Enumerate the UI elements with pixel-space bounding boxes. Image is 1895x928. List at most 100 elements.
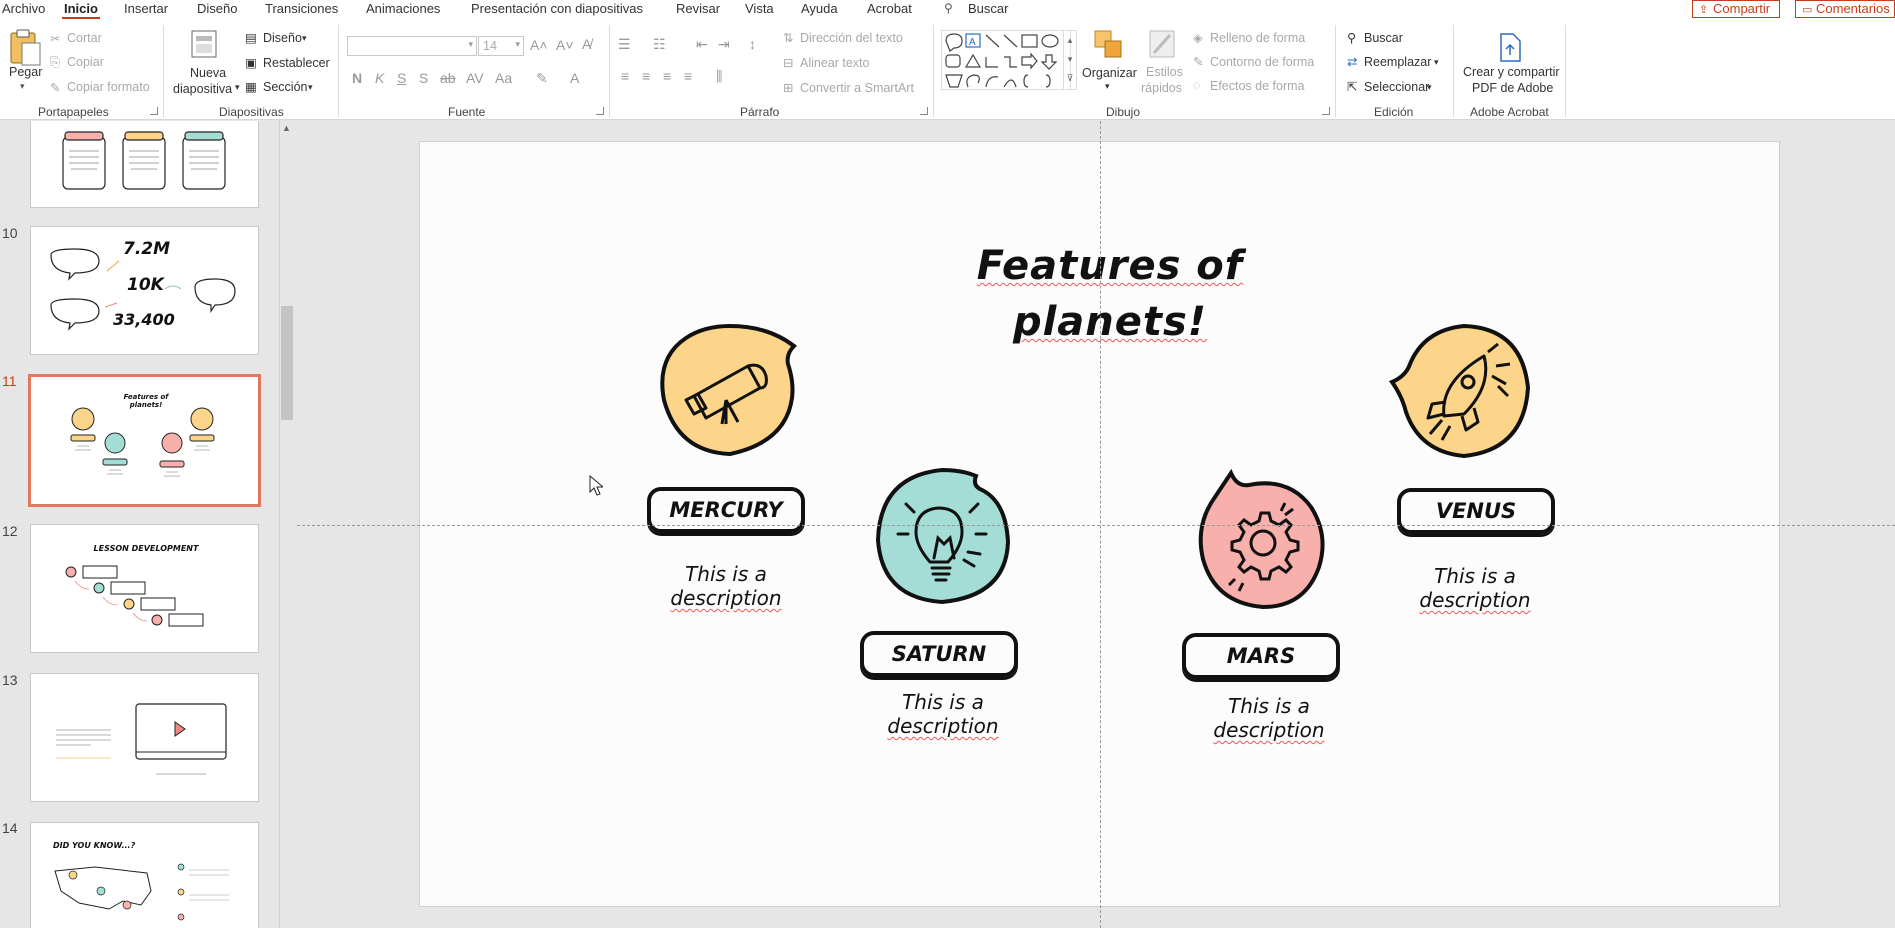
align-text-button[interactable]: Alinear texto xyxy=(800,56,869,70)
venus-label-box[interactable]: VENUS xyxy=(1397,488,1555,534)
tab-diseno[interactable]: Diseño xyxy=(197,1,237,16)
saturn-label-box[interactable]: SATURN xyxy=(860,631,1018,677)
saturn-lightbulb-icon[interactable] xyxy=(872,464,1014,610)
shape-outline-button[interactable]: Contorno de forma xyxy=(1210,55,1314,69)
bold-icon[interactable]: N xyxy=(352,70,362,86)
thumbnail-scroll-thumb[interactable] xyxy=(281,306,293,420)
shape-effects-button[interactable]: Efectos de forma xyxy=(1210,79,1305,93)
pdf-share-icon[interactable] xyxy=(1497,32,1523,64)
replace-dropdown-icon[interactable]: ▾ xyxy=(1434,57,1439,68)
tab-presentacion[interactable]: Presentación con diapositivas xyxy=(471,1,643,16)
create-pdf-label-1[interactable]: Crear y compartir xyxy=(1463,65,1560,79)
decrease-indent-icon[interactable]: ⇤ xyxy=(696,36,708,53)
arrange-button[interactable]: Organizar xyxy=(1082,66,1137,80)
share-button[interactable]: ⇪ Compartir xyxy=(1692,0,1780,18)
justify-icon[interactable]: ≡ xyxy=(684,68,692,84)
clear-format-icon[interactable]: A̸ xyxy=(582,36,591,52)
line-spacing-icon[interactable]: ↕ xyxy=(749,36,756,52)
cut-button[interactable]: Cortar xyxy=(67,31,102,45)
font-name-combo[interactable] xyxy=(347,36,477,56)
shapes-gallery[interactable]: A xyxy=(941,30,1071,90)
horizontal-guide[interactable] xyxy=(297,525,1895,526)
new-slide-label-1[interactable]: Nueva xyxy=(190,66,226,80)
search-icon[interactable]: ⚲ xyxy=(944,1,953,15)
tab-ayuda[interactable]: Ayuda xyxy=(801,1,838,16)
venus-rocket-icon[interactable] xyxy=(1388,320,1538,465)
shape-fill-button[interactable]: Relleno de forma xyxy=(1210,31,1305,45)
char-spacing-icon[interactable]: AV xyxy=(466,70,484,86)
bullets-icon[interactable]: ☰ xyxy=(618,36,631,53)
select-button[interactable]: Seleccionar xyxy=(1364,80,1429,94)
select-dropdown-icon[interactable]: ▾ xyxy=(1427,82,1432,93)
slide-thumbnail-13[interactable] xyxy=(30,673,259,802)
align-left-icon[interactable]: ≡ xyxy=(621,68,629,84)
slide-thumbnail-14[interactable]: Did you know...? xyxy=(30,822,259,928)
increase-indent-icon[interactable]: ⇥ xyxy=(718,36,730,53)
highlight-icon[interactable]: ✎ xyxy=(536,70,548,87)
slide-thumbnail-9[interactable] xyxy=(30,121,259,208)
mercury-label-box[interactable]: MERCURY xyxy=(647,487,805,533)
section-dropdown-icon[interactable]: ▾ xyxy=(308,82,313,93)
quick-styles-label-1[interactable]: Estilos xyxy=(1146,65,1183,79)
mercury-telescope-icon[interactable] xyxy=(656,320,808,465)
font-color-icon[interactable]: A xyxy=(570,70,579,86)
find-button[interactable]: Buscar xyxy=(1364,31,1403,45)
section-button[interactable]: Sección xyxy=(263,80,307,94)
underline-icon[interactable]: S xyxy=(397,70,406,86)
scroll-up-arrow-icon[interactable]: ▲ xyxy=(282,123,291,133)
grow-font-icon[interactable]: A˄ xyxy=(530,37,548,53)
layout-dropdown-icon[interactable]: ▾ xyxy=(302,33,307,44)
slide-thumbnail-10[interactable]: 7.2M 10K 33,400 xyxy=(30,226,259,355)
quick-styles-icon[interactable] xyxy=(1148,29,1178,63)
tab-revisar[interactable]: Revisar xyxy=(676,1,720,16)
reset-button[interactable]: Restablecer xyxy=(263,56,330,70)
align-center-icon[interactable]: ≡ xyxy=(642,68,650,84)
portapapeles-launcher-icon[interactable] xyxy=(150,107,158,115)
paste-button[interactable]: Pegar xyxy=(9,65,42,79)
tab-archivo[interactable]: Archivo xyxy=(2,1,45,16)
new-slide-dropdown-icon[interactable]: ▾ xyxy=(235,82,240,93)
arrange-icon[interactable] xyxy=(1093,29,1129,63)
font-size-combo[interactable]: 14 xyxy=(478,36,524,56)
slide-title[interactable]: Features of planets! xyxy=(900,238,1320,350)
tab-insertar[interactable]: Insertar xyxy=(124,1,168,16)
tab-inicio[interactable]: Inicio xyxy=(62,1,100,20)
create-pdf-label-2[interactable]: PDF de Adobe xyxy=(1472,81,1553,95)
slide-thumbnail-11[interactable]: Features of planets! xyxy=(28,374,261,507)
italic-icon[interactable]: K xyxy=(375,70,384,86)
quick-styles-label-2[interactable]: rápidos xyxy=(1141,81,1182,95)
saturn-description[interactable]: This is a description xyxy=(863,690,1023,738)
mars-description[interactable]: This is a description xyxy=(1189,694,1349,742)
arrange-dropdown-icon[interactable]: ▾ xyxy=(1105,81,1110,92)
change-case-icon[interactable]: Aa xyxy=(495,70,512,86)
shadow-icon[interactable]: S xyxy=(419,70,428,86)
layout-button[interactable]: Diseño xyxy=(263,31,302,45)
mars-label-box[interactable]: MARS xyxy=(1182,633,1340,679)
copy-button[interactable]: Copiar xyxy=(67,55,104,69)
replace-button[interactable]: Reemplazar xyxy=(1364,55,1431,69)
columns-icon[interactable]: ⫼ xyxy=(716,68,722,85)
tab-vista[interactable]: Vista xyxy=(745,1,774,16)
mercury-description[interactable]: This is a description xyxy=(646,562,806,610)
strikethrough-icon[interactable]: ab xyxy=(440,70,456,86)
tab-transiciones[interactable]: Transiciones xyxy=(265,1,338,16)
tab-acrobat[interactable]: Acrobat xyxy=(867,1,912,16)
venus-description[interactable]: This is a description xyxy=(1395,564,1555,612)
paste-dropdown-icon[interactable]: ▾ xyxy=(20,81,25,92)
search-box[interactable]: Buscar xyxy=(968,1,1008,16)
text-direction-button[interactable]: Dirección del texto xyxy=(800,31,903,45)
format-painter-button[interactable]: Copiar formato xyxy=(67,80,150,94)
slide-thumbnail-12[interactable]: Lesson development xyxy=(30,524,259,653)
numbering-icon[interactable]: ☷ xyxy=(653,36,666,53)
comments-button[interactable]: ▭ Comentarios xyxy=(1795,0,1895,18)
new-slide-icon[interactable] xyxy=(190,27,220,61)
mars-gear-icon[interactable] xyxy=(1193,467,1333,613)
smartart-button[interactable]: Convertir a SmartArt xyxy=(800,81,914,95)
dibujo-launcher-icon[interactable] xyxy=(1322,107,1330,115)
fuente-launcher-icon[interactable] xyxy=(596,107,604,115)
paste-icon[interactable] xyxy=(8,27,42,67)
tab-animaciones[interactable]: Animaciones xyxy=(366,1,440,16)
shapes-scroll[interactable]: ▴ ▾ ⊽ xyxy=(1063,30,1077,90)
align-right-icon[interactable]: ≡ xyxy=(663,68,671,84)
thumbnail-scrollbar[interactable] xyxy=(279,121,296,928)
